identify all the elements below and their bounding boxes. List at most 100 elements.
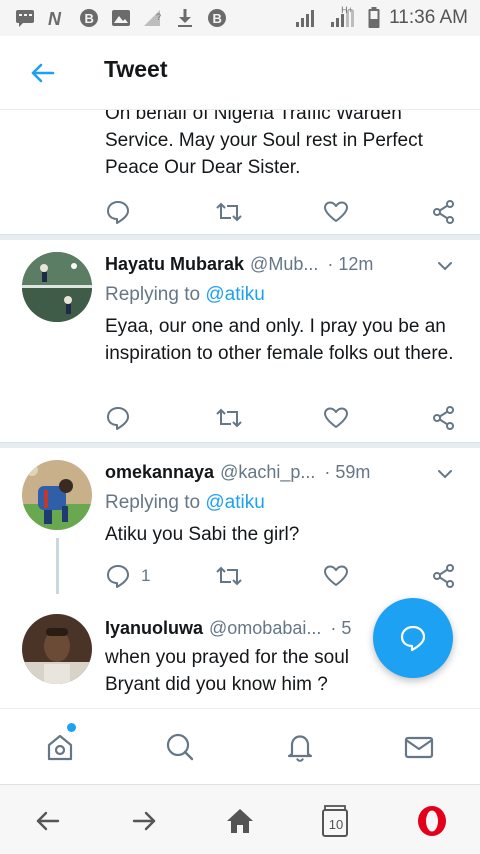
back-button[interactable] <box>28 58 58 88</box>
author-name[interactable]: Iyanuoluwa <box>105 618 203 638</box>
tab-notifications[interactable] <box>280 727 320 767</box>
download-icon <box>174 8 196 28</box>
share-icon <box>433 200 454 224</box>
tweet-card[interactable]: On behalf of Nigeria Traffic Warden Serv… <box>0 110 480 228</box>
page-title: Tweet <box>104 56 168 82</box>
opera-logo-icon <box>418 806 446 836</box>
like-button[interactable] <box>323 562 349 590</box>
clock: 11:36 AM <box>389 7 468 28</box>
system-indicators: H+ 11:36 AM <box>295 5 468 30</box>
share-icon <box>433 564 454 588</box>
tab-home[interactable] <box>40 727 80 767</box>
bell-icon <box>287 735 313 762</box>
tweet-text: Atiku you Sabi the girl? <box>105 524 300 545</box>
tab-search[interactable] <box>160 727 200 767</box>
tweet-actions <box>105 198 465 226</box>
compose-reply-button[interactable] <box>373 598 453 678</box>
tweet-card[interactable]: Hayatu Mubarak @Mub... · 12m Replying to … <box>0 240 480 442</box>
tweet-header: Hayatu Mubarak @Mub... · 12m <box>105 254 465 280</box>
tweet-card[interactable]: omekannaya @kachi_p... · 59m Replying to … <box>0 448 480 598</box>
retweet-icon <box>216 566 242 586</box>
share-button[interactable] <box>431 404 457 432</box>
author-name[interactable]: Hayatu Mubarak <box>105 254 244 274</box>
author-handle: @kachi_p... <box>220 462 316 482</box>
share-button[interactable] <box>431 562 457 590</box>
mention-link[interactable]: @atiku <box>205 284 264 305</box>
svg-text:?: ? <box>156 12 161 22</box>
reply-button[interactable] <box>105 404 131 432</box>
browser-back-button[interactable] <box>28 801 68 841</box>
retweet-icon <box>216 202 242 222</box>
n-app-icon: N <box>46 8 68 28</box>
arrow-left-icon <box>36 811 60 831</box>
browser-nav-bar: 10 <box>0 784 480 854</box>
arrow-right-icon <box>132 811 156 831</box>
heart-icon <box>324 407 348 428</box>
svg-text:N: N <box>48 9 62 27</box>
tweet-actions: 1 <box>105 562 465 590</box>
tweet-text: On behalf of Nigeria Traffic Warden Serv… <box>105 110 423 178</box>
message-icon <box>14 8 36 28</box>
author-handle: @omobabai... <box>209 618 322 638</box>
replying-to-label: Replying to <box>105 284 206 305</box>
b-circle-icon: B <box>206 8 228 28</box>
retweet-icon <box>216 408 242 428</box>
replying-to: Replying to @atiku <box>105 492 265 514</box>
svg-text:B: B <box>213 11 222 26</box>
speech-bubble-icon <box>107 407 129 430</box>
tabs-count: 10 <box>328 816 344 832</box>
avatar[interactable] <box>22 252 92 322</box>
tweet-time: · 59m <box>324 462 371 482</box>
avatar[interactable] <box>22 614 92 684</box>
reply-button[interactable] <box>105 198 131 226</box>
image-icon <box>110 8 132 28</box>
tweet-time: · 5 <box>330 618 352 638</box>
heart-icon <box>324 201 348 222</box>
speech-bubble-icon <box>107 565 129 588</box>
author-handle: @Mub... <box>250 254 319 274</box>
replying-to-label: Replying to <box>105 492 206 513</box>
tab-messages[interactable] <box>399 727 439 767</box>
replying-to: Replying to @atiku <box>105 284 265 306</box>
home-icon <box>47 734 73 761</box>
envelope-icon <box>404 736 434 759</box>
browser-tabs-button[interactable]: 10 <box>316 801 356 841</box>
chevron-down-icon[interactable] <box>435 256 455 281</box>
home-icon <box>227 809 253 833</box>
battery-icon <box>367 7 381 28</box>
share-icon <box>433 406 454 430</box>
author-name[interactable]: omekannaya <box>105 462 214 482</box>
tweet-text: when you prayed for the soul Bryant did … <box>105 647 349 695</box>
b-circle-icon: B <box>78 8 100 28</box>
speech-bubble-icon <box>107 201 129 224</box>
app-header: Tweet <box>0 36 480 110</box>
reply-count: 1 <box>141 566 151 585</box>
arrow-left-icon <box>31 63 55 83</box>
avatar[interactable] <box>22 460 92 530</box>
share-button[interactable] <box>431 198 457 226</box>
compose-reply-icon <box>400 625 426 652</box>
retweet-button[interactable] <box>215 404 243 432</box>
browser-forward-button[interactable] <box>124 801 164 841</box>
chevron-down-icon[interactable] <box>435 464 455 489</box>
signal-icon <box>295 8 321 28</box>
tweet-text: Eyaa, our one and only. I pray you be an… <box>105 316 454 364</box>
mention-link[interactable]: @atiku <box>205 492 264 513</box>
tweet-time: · 12m <box>327 254 374 274</box>
mobile-data-icon: H+ <box>329 5 359 28</box>
retweet-button[interactable] <box>215 562 243 590</box>
heart-icon <box>324 565 348 586</box>
network-type-label: H+ <box>341 5 353 15</box>
opera-menu-button[interactable] <box>412 801 452 841</box>
unread-dot <box>67 723 76 732</box>
like-button[interactable] <box>323 404 349 432</box>
reply-button[interactable]: 1 <box>105 562 150 590</box>
like-button[interactable] <box>323 198 349 226</box>
notification-icons: N B ? B <box>14 6 228 30</box>
tweet-header: omekannaya @kachi_p... · 59m <box>105 462 465 488</box>
tweet-actions <box>105 404 465 432</box>
svg-text:B: B <box>85 11 94 26</box>
browser-home-button[interactable] <box>220 801 260 841</box>
retweet-button[interactable] <box>215 198 243 226</box>
signal-off-icon: ? <box>142 8 164 28</box>
